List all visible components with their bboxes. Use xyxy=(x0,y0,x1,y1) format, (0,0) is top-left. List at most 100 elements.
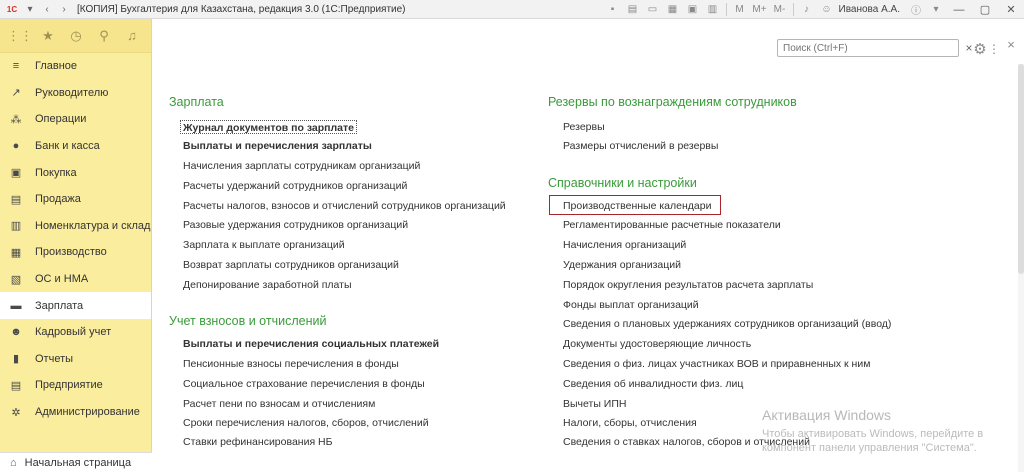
close-window-button[interactable]: ✕ xyxy=(998,0,1024,19)
sidebar-item-enterprise[interactable]: ▤ Предприятие xyxy=(0,372,151,399)
link-payment-deadlines[interactable]: Сроки перечисления налогов, сборов, отчи… xyxy=(183,416,429,430)
minimize-button[interactable]: — xyxy=(946,0,972,19)
scrollbar[interactable] xyxy=(1018,64,1024,472)
link-salary-one-time-deductions[interactable]: Разовые удержания сотрудников организаци… xyxy=(183,218,408,232)
sidebar-item-salary[interactable]: ▬ Зарплата xyxy=(0,292,151,319)
link-salary-accruals[interactable]: Начисления зарплаты сотрудникам организа… xyxy=(183,159,420,173)
bell-icon[interactable]: ♪ xyxy=(799,3,815,17)
link-reserve-sizes[interactable]: Размеры отчислений в резервы xyxy=(563,139,718,153)
sidebar-item-label: Покупка xyxy=(35,166,77,179)
link-salary-payments[interactable]: Выплаты и перечисления зарплаты xyxy=(183,139,372,153)
link-disability-info[interactable]: Сведения об инвалидности физ. лиц xyxy=(563,377,743,391)
menu-chevron-icon[interactable]: ▾ xyxy=(23,2,37,16)
bar-chart-icon: ▮ xyxy=(12,353,20,366)
sidebar-item-admin[interactable]: ✲ Администрирование xyxy=(0,399,151,426)
link-social-insurance[interactable]: Социальное страхование перечисления в фо… xyxy=(183,377,425,391)
calendar-icon[interactable]: ▦ xyxy=(665,3,681,17)
link-salary-deposit[interactable]: Депонирование заработной платы xyxy=(183,278,352,292)
sidebar-item-fixed-assets[interactable]: ▧ ОС и НМА xyxy=(0,266,151,293)
history-icon[interactable]: ◷ xyxy=(62,25,90,47)
sidebar-item-label: ОС и НМА xyxy=(35,273,89,286)
link-org-accruals[interactable]: Начисления организаций xyxy=(563,238,686,252)
sidebar-item-purchase[interactable]: ▣ Покупка xyxy=(0,159,151,186)
sidebar-item-label: Отчеты xyxy=(35,352,74,365)
sidebar-item-label: Кадровый учет xyxy=(35,326,112,339)
link-salary-return[interactable]: Возврат зарплаты сотрудников организаций xyxy=(183,258,399,272)
memory-plus-button[interactable]: M+ xyxy=(752,3,768,17)
link-planned-deductions[interactable]: Сведения о плановых удержаниях сотрудник… xyxy=(563,317,891,331)
link-ipn-deductions[interactable]: Вычеты ИПН xyxy=(563,397,626,411)
link-salary-deductions[interactable]: Расчеты удержаний сотрудников организаци… xyxy=(183,179,407,193)
reports-icon[interactable]: ▥ xyxy=(705,3,721,17)
section-title-salary: Зарплата xyxy=(169,95,224,109)
link-salary-taxes[interactable]: Расчеты налогов, взносов и отчислений со… xyxy=(183,199,506,213)
sidebar-item-bank[interactable]: ● Банк и касса xyxy=(0,133,151,160)
sidebar-item-warehouse[interactable]: ▥ Номенклатура и склад xyxy=(0,213,151,240)
section-title-reserves: Резервы по вознаграждениям сотрудников xyxy=(548,95,797,109)
memory-m-button[interactable]: M xyxy=(732,3,748,17)
info-icon[interactable]: ⓘ xyxy=(908,3,924,17)
link-production-calendars[interactable]: Производственные календари xyxy=(563,199,711,213)
maximize-button[interactable]: ▢ xyxy=(972,0,998,19)
warehouse-icon: ▥ xyxy=(10,220,22,233)
notifications-bell-icon[interactable]: ♫ xyxy=(118,25,146,47)
sidebar-item-label: Номенклатура и склад xyxy=(35,219,151,232)
memory-minus-button[interactable]: M- xyxy=(772,3,788,17)
activation-watermark-text: Чтобы активировать Windows, перейдите в … xyxy=(762,427,983,455)
activation-line-1: Чтобы активировать Windows, перейдите в xyxy=(762,428,984,440)
sidebar-item-sales[interactable]: ▤ Продажа xyxy=(0,186,151,213)
separator xyxy=(725,3,727,16)
cart-icon: ▣ xyxy=(10,167,22,180)
back-arrow-icon[interactable]: ‹ xyxy=(40,2,54,16)
link-pension-contributions[interactable]: Пенсионные взносы перечисления в фонды xyxy=(183,357,399,371)
link-org-deductions[interactable]: Удержания организаций xyxy=(563,258,681,272)
search-icon[interactable]: ⚲ xyxy=(90,25,118,47)
sidebar-item-production[interactable]: ▦ Производство xyxy=(0,239,151,266)
window-title: [КОПИЯ] Бухгалтерия для Казахстана, реда… xyxy=(77,3,406,15)
apps-grid-icon[interactable]: ⋮⋮ xyxy=(6,25,34,47)
user-icon[interactable]: ☺ xyxy=(819,3,835,17)
tab-home-page[interactable]: ⌂ Начальная страница xyxy=(0,452,152,472)
scrollbar-thumb[interactable] xyxy=(1018,64,1024,274)
search-input[interactable] xyxy=(777,39,959,57)
sidebar-item-main[interactable]: ≡ Главное xyxy=(0,53,151,80)
sidebar-item-manager[interactable]: ↗ Руководителю xyxy=(0,80,151,107)
link-taxes-fees[interactable]: Налоги, сборы, отчисления xyxy=(563,416,697,430)
1c-logo-icon[interactable]: 1С xyxy=(4,2,20,16)
sidebar-item-label: Руководителю xyxy=(35,86,109,99)
settings-chevron-icon[interactable]: ▾ xyxy=(928,3,944,17)
link-wwii-participants[interactable]: Сведения о физ. лицах участниках ВОВ и п… xyxy=(563,357,870,371)
activation-line-2: компонент панели управления "Система". xyxy=(762,442,977,454)
sidebar-item-label: Администрирование xyxy=(35,406,140,419)
sales-icon: ▤ xyxy=(10,193,22,206)
link-reserves[interactable]: Резервы xyxy=(563,120,605,134)
link-id-documents[interactable]: Документы удостоверяющие личность xyxy=(563,337,751,351)
document-icon[interactable]: ▭ xyxy=(645,3,661,17)
sidebar-item-reports[interactable]: ▮ Отчеты xyxy=(0,346,151,373)
link-salary-payable[interactable]: Зарплата к выплате организаций xyxy=(183,238,345,252)
sidebar-item-label: Зарплата xyxy=(35,299,84,312)
link-salary-journal[interactable]: Журнал документов по зарплате xyxy=(180,120,357,134)
close-icon[interactable]: × xyxy=(1004,37,1018,55)
sidebar-item-hr[interactable]: ☻ Кадровый учет xyxy=(0,319,151,346)
link-regulated-indicators[interactable]: Регламентированные расчетные показатели xyxy=(563,218,781,232)
section-title-settings: Справочники и настройки xyxy=(548,176,697,190)
favorites-star-icon[interactable]: ★ xyxy=(34,25,62,47)
calculator-icon[interactable]: ▣ xyxy=(685,3,701,17)
salary-icon: ▬ xyxy=(10,299,22,312)
sidebar-item-label: Главное xyxy=(35,60,78,73)
forward-arrow-icon[interactable]: › xyxy=(57,2,71,16)
link-payment-funds[interactable]: Фонды выплат организаций xyxy=(563,298,699,312)
more-icon[interactable]: ⋮ xyxy=(988,40,1000,58)
coin-icon: ● xyxy=(12,140,20,153)
save-icon[interactable]: ▪ xyxy=(605,3,621,17)
sidebar-item-operations[interactable]: ⁂ Операции xyxy=(0,106,151,133)
sidebar: ⋮⋮ ★ ◷ ⚲ ♫ ≡ Главное ↗ Руководителю ⁂ Опера… xyxy=(0,19,152,472)
section-title-contributions: Учет взносов и отчислений xyxy=(169,314,327,328)
print-icon[interactable]: ▤ xyxy=(625,3,641,17)
link-social-payments[interactable]: Выплаты и перечисления социальных платеж… xyxy=(183,337,439,351)
user-name[interactable]: Иванова А.А. xyxy=(839,4,900,15)
link-refinancing-rates[interactable]: Ставки рефинансирования НБ xyxy=(183,435,333,449)
link-penalty-calc[interactable]: Расчет пени по взносам и отчислениям xyxy=(183,397,375,411)
link-rounding-order[interactable]: Порядок округления результатов расчета з… xyxy=(563,278,813,292)
